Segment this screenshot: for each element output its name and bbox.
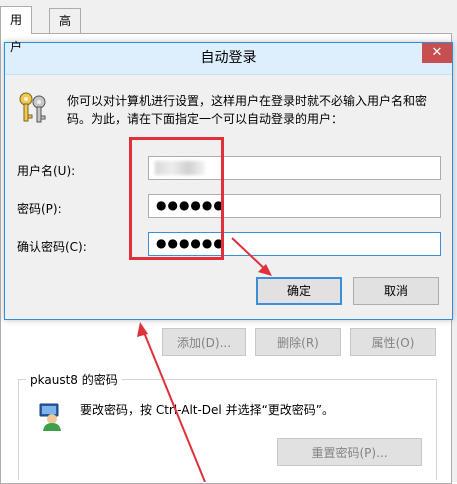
arrow-head-dialog <box>137 322 148 337</box>
annotation-arrows <box>137 237 272 482</box>
tab-users[interactable]: 用户 <box>0 6 33 54</box>
arrow-to-ok <box>231 237 269 273</box>
arrow-to-dialog <box>142 329 206 482</box>
